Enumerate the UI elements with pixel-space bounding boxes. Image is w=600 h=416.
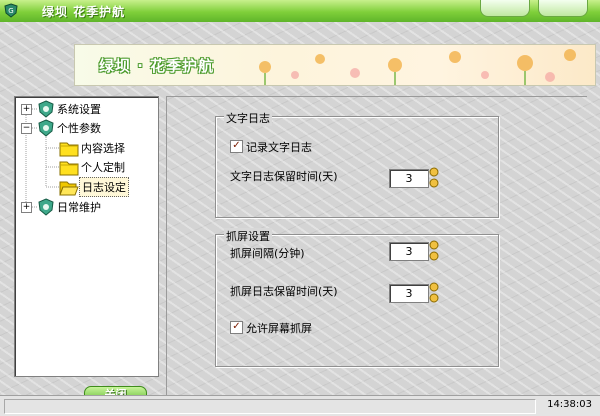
tree-item-system-settings[interactable]: 系统设置 bbox=[37, 100, 103, 118]
flowers-decoration-icon bbox=[259, 49, 576, 85]
settings-tree[interactable]: + 系统设置 − 个性参数 内容选择 个人定制 日志设定 + 日常维护 bbox=[14, 96, 159, 377]
screenshot-group: 抓屏设置 抓屏间隔(分钟) 3 抓屏日志保留时间(天) 3 ✓ 允许屏幕抓屏 bbox=[215, 228, 499, 367]
tree-item-label: 日志设定 bbox=[79, 177, 129, 197]
tree-item-daily-maintenance[interactable]: 日常维护 bbox=[37, 198, 103, 216]
tree-item-log-settings[interactable]: 日志设定 bbox=[59, 177, 129, 197]
expander-system-settings[interactable]: + bbox=[21, 104, 32, 115]
status-cell bbox=[4, 399, 536, 414]
record-text-log-label: 记录文字日志 bbox=[246, 141, 312, 154]
status-bar: 14:38:03 bbox=[0, 395, 600, 416]
status-time: 14:38:03 bbox=[547, 399, 592, 410]
tree-item-personal-params[interactable]: 个性参数 bbox=[37, 119, 103, 137]
tree-item-content-selection[interactable]: 内容选择 bbox=[59, 139, 127, 157]
shield-icon bbox=[38, 100, 54, 118]
expander-daily-maintenance[interactable]: + bbox=[21, 202, 32, 213]
group-title: 抓屏设置 bbox=[224, 228, 272, 244]
screenshot-retention-spinner[interactable] bbox=[429, 282, 439, 303]
folder-icon bbox=[59, 161, 79, 176]
svg-text:G: G bbox=[8, 7, 13, 15]
group-title: 文字日志 bbox=[224, 110, 272, 126]
title-bar[interactable]: G 绿坝 花季护航 bbox=[0, 0, 600, 23]
expander-personal-params[interactable]: − bbox=[21, 123, 32, 134]
text-log-retention-label: 文字日志保留时间(天) bbox=[230, 170, 338, 183]
tree-item-label: 内容选择 bbox=[81, 142, 125, 155]
shield-icon bbox=[38, 119, 54, 137]
tree-item-label: 个人定制 bbox=[81, 161, 125, 174]
app-shield-icon: G bbox=[4, 3, 18, 18]
allow-screenshot-label: 允许屏幕抓屏 bbox=[246, 322, 312, 335]
text-log-group: 文字日志 ✓ 记录文字日志 文字日志保留时间(天) 3 bbox=[215, 110, 499, 218]
window-title: 绿坝 花季护航 bbox=[42, 5, 126, 19]
allow-screenshot-checkbox[interactable]: ✓ bbox=[230, 321, 243, 334]
text-log-retention-input[interactable]: 3 bbox=[389, 169, 429, 188]
tree-item-personal-custom[interactable]: 个人定制 bbox=[59, 158, 127, 176]
screenshot-interval-spinner[interactable] bbox=[429, 240, 439, 261]
screenshot-interval-label: 抓屏间隔(分钟) bbox=[230, 247, 305, 260]
screenshot-retention-label: 抓屏日志保留时间(天) bbox=[230, 285, 338, 298]
screenshot-interval-input[interactable]: 3 bbox=[389, 242, 429, 261]
open-folder-icon bbox=[59, 181, 79, 196]
screenshot-retention-input[interactable]: 3 bbox=[389, 284, 429, 303]
minimize-button[interactable] bbox=[480, 0, 530, 17]
banner: 绿坝 · 花季护航 bbox=[74, 44, 596, 86]
text-log-retention-spinner[interactable] bbox=[429, 167, 439, 188]
banner-title: 绿坝 · 花季护航 bbox=[99, 57, 215, 75]
tree-item-label: 日常维护 bbox=[57, 201, 101, 214]
folder-icon bbox=[59, 142, 79, 157]
tree-item-label: 个性参数 bbox=[57, 122, 101, 135]
shield-icon bbox=[38, 198, 54, 216]
close-window-button[interactable] bbox=[538, 0, 588, 17]
record-text-log-checkbox[interactable]: ✓ bbox=[230, 140, 243, 153]
tree-item-label: 系统设置 bbox=[57, 103, 101, 116]
main-body: 绿坝 · 花季护航 + 系统设置 − 个性参数 内容选择 个人定制 日志设定 +… bbox=[0, 22, 600, 415]
